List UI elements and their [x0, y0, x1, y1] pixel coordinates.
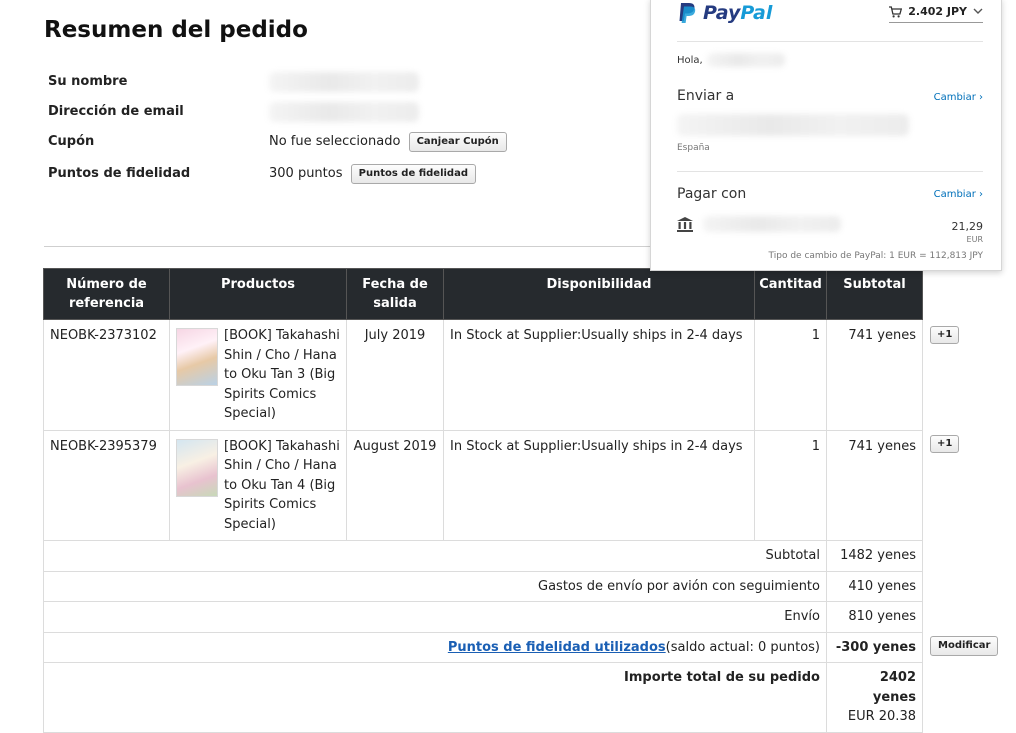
summary-airmail-row: Gastos de envío por avión con seguimient… — [43, 570, 923, 602]
product-title-link[interactable]: [BOOK] Takahashi Shin / Cho / Hana to Ok… — [224, 326, 340, 424]
greeting-text: Hola, — [677, 54, 703, 66]
add-one-button[interactable]: +1 — [930, 435, 960, 453]
row-quantity: 1 — [754, 319, 827, 431]
paypal-panel: PayPal 2.402 JPY Hola, Enviar a Cambiar … — [650, 0, 1002, 271]
pay-currency: EUR — [966, 235, 983, 244]
points-used-cell: Puntos de fidelidad utilizados(saldo act… — [43, 631, 827, 663]
modify-points-button[interactable]: Modificar — [930, 636, 999, 656]
coupon-value-wrap: No fue seleccionado Canjear Cupón — [269, 130, 507, 154]
bank-account-redacted — [703, 216, 841, 232]
subtotal-label: Subtotal — [43, 540, 827, 572]
name-label: Su nombre — [48, 74, 128, 89]
paypal-divider — [677, 171, 983, 172]
cart-total: 2.402 JPY — [908, 5, 967, 18]
total-cell: 2402 yenes EUR 20.38 — [826, 662, 923, 733]
page-title: Resumen del pedido — [44, 17, 308, 43]
change-shipping-link[interactable]: Cambiar › — [934, 92, 983, 103]
subtotal-value: 1482 yenes — [826, 540, 923, 572]
table-row: NEOBK-2395379 [BOOK] Takahashi Shin / Ch… — [43, 429, 923, 541]
total-label: Importe total de su pedido — [43, 662, 827, 733]
ship-country: España — [677, 143, 710, 153]
chevron-down-icon — [973, 8, 983, 14]
header-availability: Disponibilidad — [443, 268, 755, 320]
row-product: [BOOK] Takahashi Shin / Cho / Hana to Ok… — [169, 319, 347, 431]
cart-icon — [889, 5, 903, 17]
row-product: [BOOK] Takahashi Shin / Cho / Hana to Ok… — [169, 429, 347, 541]
paypal-cart-summary[interactable]: 2.402 JPY — [889, 5, 983, 23]
summary-subtotal-row: Subtotal 1482 yenes — [43, 540, 923, 572]
total-eur: EUR 20.38 — [847, 709, 916, 724]
paypal-divider — [677, 41, 983, 42]
product-title-link[interactable]: [BOOK] Takahashi Shin / Cho / Hana to Ok… — [224, 437, 340, 535]
airmail-value: 410 yenes — [826, 570, 923, 602]
row-quantity: 1 — [754, 429, 827, 541]
paypal-brand-pal: Pal — [740, 2, 773, 24]
row-availability: In Stock at Supplier:Usually ships in 2-… — [443, 429, 755, 541]
email-label: Dirección de email — [48, 104, 184, 119]
greeting-name-redacted — [706, 53, 785, 67]
points-used-link[interactable]: Puntos de fidelidad utilizados — [448, 640, 666, 655]
add-one-button[interactable]: +1 — [930, 326, 960, 344]
paypal-icon — [679, 3, 696, 23]
ship-to-heading: Enviar a — [677, 88, 735, 104]
redeem-coupon-button[interactable]: Canjear Cupón — [408, 131, 507, 152]
points-value-wrap: 300 puntos Puntos de fidelidad — [269, 162, 476, 186]
order-table: Número de referencia Productos Fecha de … — [43, 268, 923, 733]
header-products: Productos — [169, 268, 347, 320]
paypal-brand-pay: Pay — [703, 2, 741, 24]
points-label: Puntos de fidelidad — [48, 166, 191, 181]
table-row: NEOBK-2373102 [BOOK] Takahashi Shin / Ch… — [43, 319, 923, 431]
header-subtotal: Subtotal — [826, 268, 923, 320]
loyalty-points-button[interactable]: Puntos de fidelidad — [350, 163, 476, 184]
bank-icon — [677, 217, 693, 232]
points-used-value: -300 yenes — [826, 631, 923, 663]
points-balance-note: (saldo actual: 0 puntos) — [665, 639, 820, 655]
book-cover-image[interactable] — [176, 438, 218, 497]
shipping-address-redacted — [677, 114, 909, 136]
shipping-value: 810 yenes — [826, 601, 923, 633]
exchange-rate: Tipo de cambio de PayPal: 1 EUR = 112,81… — [768, 251, 983, 261]
pay-amount: 21,29 — [951, 220, 984, 233]
shipping-label: Envío — [43, 601, 827, 633]
summary-total-row: Importe total de su pedido 2402 yenes EU… — [43, 662, 923, 733]
greeting-row: Hola, — [677, 53, 785, 67]
airmail-label: Gastos de envío por avión con seguimient… — [43, 570, 827, 602]
row-availability: In Stock at Supplier:Usually ships in 2-… — [443, 319, 755, 431]
row-reference: NEOBK-2373102 — [43, 319, 170, 431]
row-release-date: August 2019 — [346, 429, 444, 541]
divider — [44, 246, 664, 247]
summary-points-row: Puntos de fidelidad utilizados(saldo act… — [43, 631, 923, 663]
row-subtotal: 741 yenes — [826, 429, 923, 541]
header-release-date: Fecha de salida — [346, 268, 444, 320]
change-payment-link[interactable]: Cambiar › — [934, 189, 983, 200]
points-value: 300 puntos — [269, 166, 343, 181]
row-subtotal: 741 yenes — [826, 319, 923, 431]
header-quantity: Cantitad — [754, 268, 827, 320]
coupon-value: No fue seleccionado — [269, 134, 401, 149]
summary-shipping-row: Envío 810 yenes — [43, 601, 923, 633]
header-reference: Número de referencia — [43, 268, 170, 320]
coupon-label: Cupón — [48, 134, 95, 149]
row-release-date: July 2019 — [346, 319, 444, 431]
paypal-logo: PayPal — [677, 2, 772, 24]
name-value-redacted — [269, 70, 419, 94]
book-cover-image[interactable] — [176, 328, 218, 386]
total-value: 2402 yenes — [872, 670, 916, 705]
pay-with-heading: Pagar con — [677, 186, 747, 202]
email-value-redacted — [269, 100, 419, 124]
table-header-row: Número de referencia Productos Fecha de … — [43, 268, 923, 320]
row-reference: NEOBK-2395379 — [43, 429, 170, 541]
